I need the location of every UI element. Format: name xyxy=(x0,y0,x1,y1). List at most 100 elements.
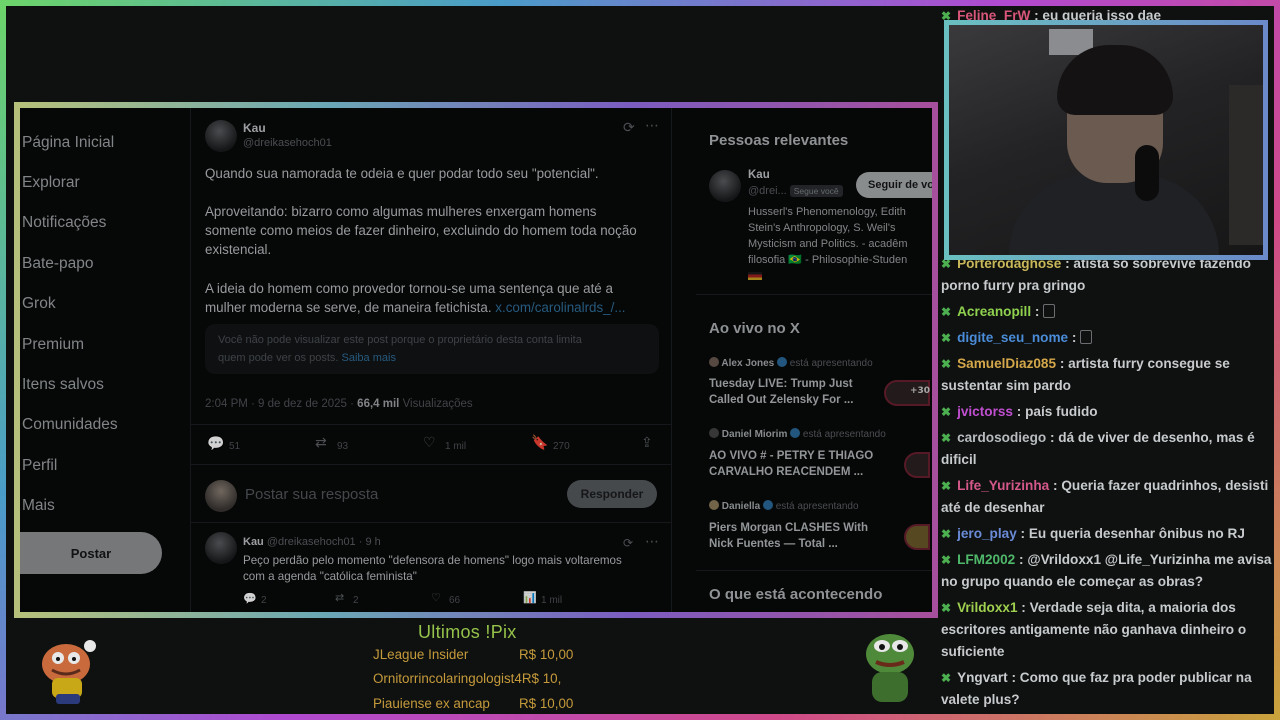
live-host[interactable]: Daniella xyxy=(722,501,760,512)
streamer-body xyxy=(1009,175,1219,255)
chat-message: ✖ cardosodiego : dá de viver de desenho, … xyxy=(941,427,1275,471)
views-icon[interactable]: 📊 xyxy=(523,591,537,604)
reply-handle-time[interactable]: @dreikasehoch01 · 9 h xyxy=(267,536,381,548)
notice-line-2: quem pode ver os posts. Saiba mais xyxy=(218,349,396,367)
live-status: está apresentando xyxy=(802,429,886,440)
live-thumbnail[interactable] xyxy=(904,452,930,478)
bio-line-3: Mysticism and Politics. - acadêm xyxy=(748,238,908,250)
verified-icon xyxy=(790,428,801,438)
author-name[interactable]: Kau xyxy=(243,121,266,135)
chat-message: ✖ jvictorss : país fudido xyxy=(941,401,1275,423)
nav-more[interactable]: Mais xyxy=(22,497,55,515)
chat-username[interactable]: jero_play xyxy=(957,526,1017,541)
live-listener-count: +30 xyxy=(910,386,931,396)
bookmark-icon[interactable]: 🔖 xyxy=(531,435,548,451)
reply-count: 51 xyxy=(229,441,241,452)
live-thumbnail[interactable] xyxy=(904,524,930,550)
live-title-line-1[interactable]: Tuesday LIVE: Trump Just xyxy=(709,376,853,392)
grok-icon[interactable]: ⟳ xyxy=(623,536,633,550)
live-title-line-2[interactable]: CARVALHO REACENDEM ... xyxy=(709,464,863,480)
chat-badge-icon: ✖ xyxy=(941,601,952,615)
reply-header: Kau @dreikasehoch01 · 9 h xyxy=(243,536,381,548)
reply-reply-count: 2 xyxy=(261,595,267,606)
post-link[interactable]: x.com/carolinalrds_/... xyxy=(495,300,625,315)
host-avatar xyxy=(709,428,719,438)
relevant-handle[interactable]: @drei... xyxy=(748,185,787,197)
reply-icon[interactable]: 💬 xyxy=(207,436,224,452)
post-timestamp[interactable]: 2:04 PM · 9 de dez de 2025 · xyxy=(205,398,354,410)
chat-message: ✖ jero_play : Eu queria desenhar ônibus n… xyxy=(941,523,1275,545)
nav-home[interactable]: Página Inicial xyxy=(22,134,114,152)
follow-back-button[interactable]: Seguir de volta xyxy=(856,172,932,198)
german-flag-icon xyxy=(748,272,762,280)
webcam-feed xyxy=(944,20,1268,260)
relevant-avatar[interactable] xyxy=(709,170,741,202)
nav-chat[interactable]: Bate-papo xyxy=(22,255,94,273)
chat-username[interactable]: Yngvart xyxy=(957,670,1008,685)
grok-icon[interactable]: ⟳ xyxy=(623,120,635,136)
chat-separator: : xyxy=(1068,330,1081,345)
post-line-1: Quando sua namorada te odeia e quer poda… xyxy=(205,166,599,181)
nav-bookmarks[interactable]: Itens salvos xyxy=(22,376,104,394)
right-sidebar: Pessoas relevantes Kau @drei... Segue vo… xyxy=(696,108,932,612)
post-button[interactable]: Postar xyxy=(20,532,162,574)
live-host[interactable]: Daniel Miorim xyxy=(722,429,788,440)
more-options-icon[interactable]: ⋯ xyxy=(645,534,659,550)
emote-placeholder-icon xyxy=(1043,304,1056,318)
learn-more-link[interactable]: Saiba mais xyxy=(342,352,396,364)
relevant-people-title: Pessoas relevantes xyxy=(709,132,849,149)
chat-message: ✖ LFM2002 : @Vrildoxx1 @Life_Yurizinha me… xyxy=(941,549,1275,593)
relevant-name[interactable]: Kau xyxy=(748,169,770,181)
live-host[interactable]: Alex Jones xyxy=(721,358,774,369)
reply-author-name[interactable]: Kau xyxy=(243,536,264,548)
chat-username[interactable]: digite_seu_nome xyxy=(957,330,1068,345)
reply-button[interactable]: Responder xyxy=(567,480,657,508)
chat-username[interactable]: Life_Yurizinha xyxy=(957,478,1049,493)
browser-capture: Página Inicial Explorar Notificações Bat… xyxy=(14,102,938,618)
bio-line-2: Stein's Anthropology, S. Weil's xyxy=(748,222,896,234)
chat-username[interactable]: jvictorss xyxy=(957,404,1013,419)
live-title-line-2[interactable]: Nick Fuentes — Total ... xyxy=(709,536,838,552)
nav-profile[interactable]: Perfil xyxy=(22,457,57,475)
chat-message: ✖ Vrildoxx1 : Verdade seja dita, a maiori… xyxy=(941,597,1275,663)
my-avatar[interactable] xyxy=(205,480,237,512)
nav-explore[interactable]: Explorar xyxy=(22,174,80,192)
chat-username[interactable]: cardosodiego xyxy=(957,430,1046,445)
author-avatar[interactable] xyxy=(205,120,237,152)
nav-communities[interactable]: Comunidades xyxy=(22,416,118,434)
live-title-line-1[interactable]: Piers Morgan CLASHES With xyxy=(709,520,868,536)
divider xyxy=(696,294,932,295)
live-title-line-2[interactable]: Called Out Zelensky For ... xyxy=(709,392,853,408)
share-icon[interactable]: ⇪ xyxy=(641,435,653,451)
repost-icon[interactable]: ⇄ xyxy=(315,435,327,451)
nav-grok[interactable]: Grok xyxy=(22,295,56,313)
views-count: 66,4 mil xyxy=(357,398,400,410)
chat-separator: : xyxy=(1056,356,1069,371)
chat-username[interactable]: Vrildoxx1 xyxy=(957,600,1017,615)
live-title-line-1[interactable]: AO VIVO # - PETRY E THIAGO xyxy=(709,448,873,464)
more-options-icon[interactable]: ⋯ xyxy=(645,118,659,134)
reply-input[interactable]: Postar sua resposta xyxy=(245,486,378,503)
chat-username[interactable]: LFM2002 xyxy=(957,552,1015,567)
chat-username[interactable]: SamuelDiaz085 xyxy=(957,356,1056,371)
reply-author-avatar[interactable] xyxy=(205,532,237,564)
post-line-5: existencial. xyxy=(205,242,272,257)
reply-icon[interactable]: 💬 xyxy=(243,592,257,605)
chat-username[interactable]: Acreanopill xyxy=(957,304,1031,319)
live-thumbnail[interactable]: +30 xyxy=(884,380,930,406)
repost-icon[interactable]: ⇄ xyxy=(335,591,344,604)
nav-notifications[interactable]: Notificações xyxy=(22,214,106,232)
like-icon[interactable]: ♡ xyxy=(423,435,436,451)
notice-text: quem pode ver os posts. xyxy=(218,352,339,364)
post-meta: 2:04 PM · 9 de dez de 2025 · 66,4 mil Vi… xyxy=(205,398,473,410)
pix-amount: R$ 10,00 xyxy=(519,696,574,711)
bio-line-4: filosofia 🇧🇷 - Philosophie-Studen xyxy=(748,254,908,266)
main-timeline: Kau @dreikasehoch01 ⟳ ⋯ Quando sua namor… xyxy=(190,108,672,612)
sidebar-nav: Página Inicial Explorar Notificações Bat… xyxy=(20,108,196,612)
nav-premium[interactable]: Premium xyxy=(22,336,84,354)
chat-separator: : xyxy=(1015,552,1028,567)
chat-badge-icon: ✖ xyxy=(941,479,952,493)
chat-badge-icon: ✖ xyxy=(941,331,952,345)
like-icon[interactable]: ♡ xyxy=(431,591,441,604)
author-handle[interactable]: @dreikasehoch01 xyxy=(243,137,332,149)
